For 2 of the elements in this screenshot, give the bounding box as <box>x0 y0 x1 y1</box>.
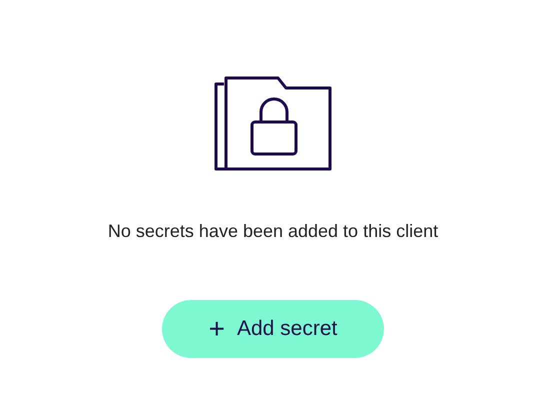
empty-state-message: No secrets have been added to this client <box>108 220 438 243</box>
add-secret-button[interactable]: + Add secret <box>162 300 384 358</box>
